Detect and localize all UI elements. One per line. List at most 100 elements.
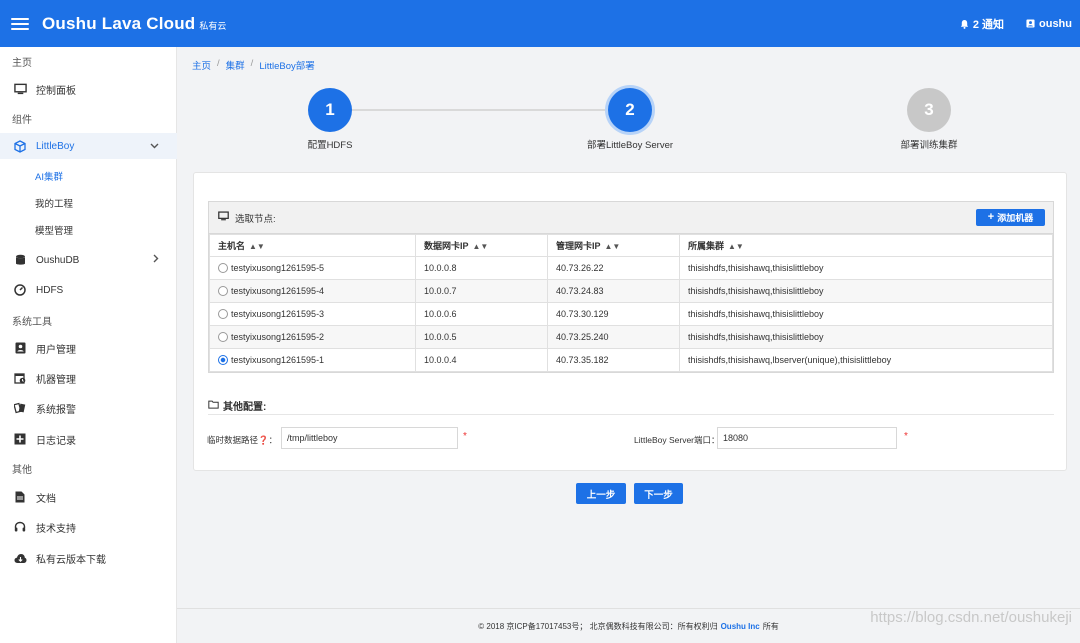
sidebar-item-oushudb[interactable]: OushuDB (0, 247, 177, 273)
cell-data-ip: 10.0.0.8 (415, 256, 548, 280)
user-box-icon (13, 341, 27, 355)
sidebar: 主页 控制面板 组件 LittleBoy AI集群 我的工程 模型管理 Oush… (0, 47, 177, 643)
breadcrumb-separator: / (250, 58, 254, 69)
brand-title: Oushu Lava Cloud (42, 13, 196, 33)
sidebar-item-label: LittleBoy (36, 140, 75, 152)
cube-icon (13, 139, 27, 153)
step-1-label: 配置HDFS (307, 140, 353, 151)
sidebar-item-hdfs[interactable]: HDFS (0, 277, 177, 303)
table-row[interactable]: testyixusong1261595-3 10.0.0.6 40.73.30.… (209, 302, 1053, 326)
table-row[interactable]: testyixusong1261595-4 10.0.0.7 40.73.24.… (209, 279, 1053, 303)
cell-host: testyixusong1261595-2 (209, 325, 416, 349)
sidebar-item-user-mgmt[interactable]: 用户管理 (0, 335, 177, 361)
port-label: LittleBoy Server端口： (634, 435, 720, 445)
sidebar-item-docs[interactable]: 文档 (0, 484, 177, 510)
nodes-panel-title: 选取节点: (235, 213, 276, 225)
breadcrumb-separator: / (217, 58, 220, 69)
node-radio-selected[interactable] (218, 355, 228, 365)
other-config-label: 其他配置: (223, 402, 267, 413)
sidebar-item-littleboy[interactable]: LittleBoy (0, 133, 177, 159)
column-header-host[interactable]: 主机名 ▲▼ (209, 234, 416, 257)
cell-host: testyixusong1261595-4 (209, 279, 416, 303)
sidebar-subitem-model-mgmt[interactable]: 模型管理 (0, 219, 177, 241)
brand-subtitle: 私有云 (199, 21, 227, 31)
document-icon (13, 490, 27, 504)
node-radio[interactable] (218, 263, 228, 273)
column-header-data-ip[interactable]: 数据网卡IP ▲▼ (415, 234, 548, 257)
chevron-down-icon (150, 141, 159, 152)
bell-icon (960, 19, 968, 29)
sidebar-item-label: HDFS (36, 284, 64, 296)
required-mark: * (463, 431, 467, 442)
divider (208, 414, 1054, 415)
table-row[interactable]: testyixusong1261595-5 10.0.0.8 40.73.26.… (209, 256, 1053, 280)
sidebar-item-logs[interactable]: 日志记录 (0, 426, 177, 452)
next-step-button[interactable]: 下一步 (634, 483, 683, 504)
sidebar-item-label: 用户管理 (36, 344, 76, 356)
sidebar-subitem-my-projects[interactable]: 我的工程 (0, 192, 177, 214)
breadcrumb-cluster[interactable]: 集群 (226, 58, 245, 72)
user-menu[interactable]: oushu (1026, 18, 1072, 30)
table-header-row: 主机名 ▲▼ 数据网卡IP ▲▼ 管理网卡IP ▲▼ 所属集群 ▲▼ (209, 234, 1053, 257)
column-header-mgmt-ip[interactable]: 管理网卡IP ▲▼ (547, 234, 680, 257)
cell-data-ip: 10.0.0.6 (415, 302, 548, 326)
node-radio[interactable] (218, 332, 228, 342)
sidebar-item-support[interactable]: 技术支持 (0, 514, 177, 540)
tmp-path-input[interactable] (281, 427, 458, 449)
calendar-clock-icon (13, 371, 27, 385)
notifications-button[interactable]: 2 通知 (960, 16, 1004, 32)
sidebar-item-label: 系统报警 (36, 404, 76, 416)
sidebar-item-alerts[interactable]: 系统报警 (0, 395, 177, 421)
sidebar-item-dashboard[interactable]: 控制面板 (0, 76, 177, 102)
monitor-icon (13, 82, 27, 96)
headset-icon (13, 520, 27, 534)
sidebar-item-label: 机器管理 (36, 374, 76, 386)
watermark: https://blog.csdn.net/oushukeji (870, 609, 1072, 626)
cloud-download-icon (13, 551, 27, 565)
cell-cluster: thisishdfs,thisishawq,thisislittleboy (679, 325, 1053, 349)
nodes-table: 主机名 ▲▼ 数据网卡IP ▲▼ 管理网卡IP ▲▼ 所属集群 ▲▼ testyixus… (209, 234, 1053, 372)
step-2-label: 部署LittleBoy Server (586, 140, 674, 151)
footer-brand-link[interactable]: Oushu Inc (721, 622, 760, 631)
step-3-circle: 3 (907, 88, 951, 132)
sidebar-group-components: 组件 (12, 115, 32, 126)
cell-host: testyixusong1261595-5 (209, 256, 416, 280)
sidebar-group-home: 主页 (12, 58, 32, 69)
sort-icon: ▲▼ (604, 242, 621, 251)
cell-cluster: thisishdfs,thisishawq,thisislittleboy (679, 256, 1053, 280)
tmp-path-label: 临时数据路径❓： (207, 435, 278, 445)
plus-icon: + (987, 211, 995, 223)
table-row[interactable]: testyixusong1261595-2 10.0.0.5 40.73.25.… (209, 325, 1053, 349)
sidebar-subitem-ai-cluster[interactable]: AI集群 (0, 165, 177, 187)
database-icon (13, 253, 27, 267)
sidebar-item-machine-mgmt[interactable]: 机器管理 (0, 365, 177, 391)
nodes-panel-header: 选取节点: (209, 202, 1053, 234)
sort-icon: ▲▼ (728, 242, 744, 251)
monitor-icon (218, 211, 229, 224)
cell-mgmt-ip: 40.73.24.83 (547, 279, 680, 303)
add-machine-label: 添加机器 (997, 213, 1034, 223)
step-2-circle: 2 (608, 88, 652, 132)
required-mark: * (904, 431, 908, 442)
step-1-circle: 1 (308, 88, 352, 132)
notifications-label: 2 通知 (972, 18, 1004, 31)
cell-cluster: thisishdfs,thisishawq,lbserver(unique),t… (679, 348, 1053, 372)
sidebar-group-other: 其他 (12, 465, 32, 476)
chevron-right-icon (153, 254, 159, 266)
deploy-card: 选取节点: + 添加机器 主机名 ▲▼ 数据网卡IP ▲▼ 管理网卡IP ▲▼ 所属集… (193, 172, 1067, 471)
column-header-cluster[interactable]: 所属集群 ▲▼ (679, 234, 1053, 257)
cell-data-ip: 10.0.0.4 (415, 348, 548, 372)
user-card-icon (1026, 19, 1035, 28)
prev-step-button[interactable]: 上一步 (576, 483, 626, 504)
node-radio[interactable] (218, 286, 228, 296)
table-row[interactable]: testyixusong1261595-1 10.0.0.4 40.73.35.… (209, 348, 1053, 372)
menu-toggle-icon[interactable] (11, 15, 29, 33)
sidebar-item-download[interactable]: 私有云版本下载 (0, 545, 177, 571)
node-radio[interactable] (218, 309, 228, 319)
add-machine-button[interactable]: + 添加机器 (976, 209, 1045, 226)
dashboard-gauge-icon (13, 283, 27, 297)
cell-cluster: thisishdfs,thisishawq,thisislittleboy (679, 279, 1053, 303)
port-input[interactable] (717, 427, 897, 449)
footer-tail: 所有 (762, 621, 779, 631)
breadcrumb-home[interactable]: 主页 (192, 58, 211, 72)
